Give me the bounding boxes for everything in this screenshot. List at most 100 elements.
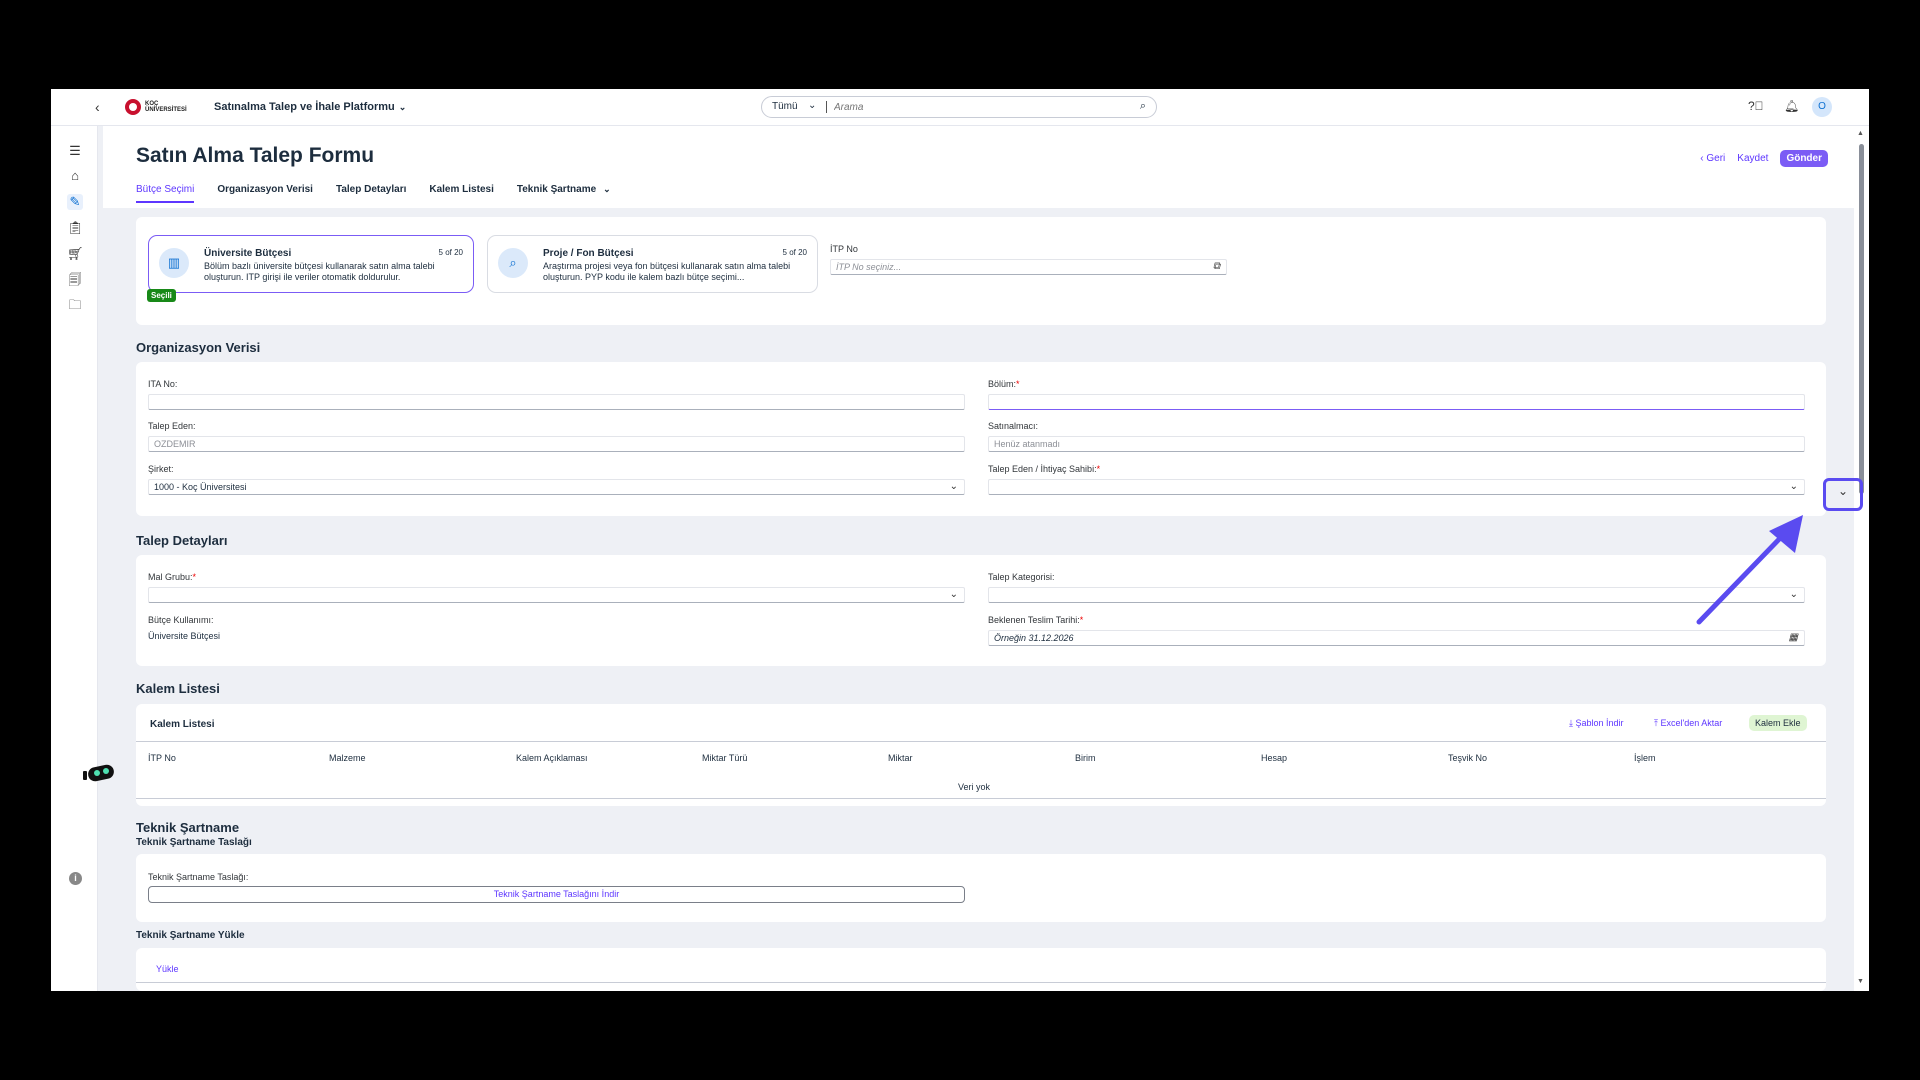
sirket-select[interactable]: 1000 - Koç Üniversitesi ⌄: [148, 479, 965, 495]
logo-mark-icon: [125, 99, 141, 115]
section-tabs: Bütçe Seçimi Organizasyon Verisi Talep D…: [136, 184, 611, 203]
search-icon[interactable]: ⌕: [1140, 100, 1146, 113]
tab-organization-data[interactable]: Organizasyon Verisi: [217, 184, 313, 203]
back-button[interactable]: ‹ Geri: [1700, 153, 1725, 164]
search-bar: Tümü ⌄ ⌕: [761, 96, 1157, 118]
tab-request-details[interactable]: Talep Detayları: [336, 184, 406, 203]
back-label: Geri: [1706, 153, 1726, 164]
item-list-card: Kalem Listesi ⤓ Şablon İndir ⤒ Excel'den…: [136, 704, 1826, 806]
submit-button[interactable]: Gönder: [1780, 150, 1828, 167]
scroll-down-icon[interactable]: ▼: [1857, 978, 1864, 985]
object-page-header: Satın Alma Talep Formu ‹ Geri Kaydet Gön…: [103, 126, 1858, 208]
spec-draft-title: Teknik Şartname Taslağı: [136, 837, 252, 848]
ihtiyac-sahibi-select[interactable]: ⌄: [988, 479, 1805, 495]
home-icon[interactable]: ⌂: [67, 168, 83, 184]
teslim-tarihi-label: Beklenen Teslim Tarihi:*: [988, 615, 1084, 625]
app-title-label: Satınalma Talep ve İhale Platformu: [214, 101, 395, 113]
tile-count: 5 of 20: [782, 248, 807, 257]
highlighted-bolum-dropdown-button[interactable]: ⌄: [1823, 478, 1863, 511]
sirket-value: 1000 - Koç Üniversitesi: [154, 482, 247, 492]
column-header[interactable]: Hesap: [1261, 753, 1287, 763]
tab-budget-selection[interactable]: Bütçe Seçimi: [136, 184, 195, 203]
bell-icon[interactable]: 🔔︎: [1784, 99, 1799, 113]
add-item-button[interactable]: Kalem Ekle: [1749, 715, 1807, 731]
clipboard-icon[interactable]: 📋︎: [67, 220, 84, 236]
talep-eden-label: Talep Eden:: [148, 421, 196, 431]
info-icon[interactable]: i: [69, 872, 82, 885]
butce-kullanimi-label: Bütçe Kullanımı:: [148, 615, 214, 625]
chevron-down-icon[interactable]: ⌄: [808, 100, 816, 111]
excel-import-link[interactable]: ⤒ Excel'den Aktar: [1654, 718, 1722, 729]
itp-input[interactable]: İTP No seçiniz... ⧉: [830, 259, 1227, 275]
app-title-menu[interactable]: Satınalma Talep ve İhale Platformu ⌄: [214, 101, 406, 113]
value-help-icon[interactable]: ⧉: [1213, 261, 1220, 272]
column-header[interactable]: İTP No: [148, 753, 176, 763]
itp-label: İTP No: [830, 244, 858, 254]
koc-university-logo[interactable]: KOÇ ÜNİVERSİTESİ: [125, 99, 187, 115]
tile-count: 5 of 20: [438, 248, 463, 257]
tile-description: Araştırma projesi veya fon bütçesi kulla…: [543, 261, 791, 282]
talep-eden-field: OZDEMIR: [148, 436, 965, 452]
spec-section-title: Teknik Şartname: [136, 820, 240, 835]
template-download-link[interactable]: ⤓ Şablon İndir: [1569, 718, 1624, 729]
menu-icon[interactable]: ☰: [67, 143, 83, 159]
scroll-up-icon[interactable]: ▲: [1857, 130, 1864, 137]
avatar[interactable]: O: [1812, 97, 1832, 117]
column-header[interactable]: Kalem Açıklaması: [516, 753, 588, 763]
org-data-card: ITA No: Bölüm:* Talep Eden: OZDEMIR Satı…: [136, 362, 1826, 516]
bolum-select[interactable]: [988, 394, 1805, 410]
search-separator: [826, 101, 827, 113]
download-spec-draft-button[interactable]: Teknik Şartname Taslağını İndir: [148, 886, 965, 903]
chevron-down-icon: ⌄: [1838, 484, 1849, 498]
column-header[interactable]: Miktar: [888, 753, 913, 763]
chevron-down-icon[interactable]: ⌄: [950, 589, 958, 600]
column-header[interactable]: Teşvik No: [1448, 753, 1487, 763]
university-budget-tile[interactable]: ▥ Üniversite Bütçesi 5 of 20 Bölüm bazlı…: [148, 235, 474, 293]
chevron-down-icon[interactable]: ⌄: [950, 481, 958, 492]
folder-icon[interactable]: 🗀: [67, 297, 83, 313]
save-button[interactable]: Kaydet: [1737, 153, 1768, 164]
tab-technical-spec[interactable]: Teknik Şartname ⌄: [517, 184, 611, 203]
back-chevron-icon[interactable]: ‹: [95, 99, 100, 115]
items-section-title: Kalem Listesi: [136, 681, 220, 696]
cart-icon[interactable]: 🛒︎: [67, 246, 84, 262]
project-budget-tile[interactable]: ⌕ Proje / Fon Bütçesi 5 of 20 Araştırma …: [487, 235, 818, 293]
spec-upload-card: Yükle: [136, 948, 1826, 991]
empty-table-text: Veri yok: [958, 782, 991, 792]
page-scrollbar[interactable]: ▲ ▼: [1854, 126, 1869, 991]
bolum-label: Bölüm:*: [988, 379, 1020, 389]
calendar-icon[interactable]: ▦: [1789, 632, 1798, 643]
upload-divider: [136, 982, 1826, 983]
selected-badge: Seçili: [147, 289, 176, 302]
help-icon[interactable]: ?⃝: [1748, 99, 1764, 113]
tab-item-list[interactable]: Kalem Listesi: [429, 184, 493, 203]
search-scope-select[interactable]: Tümü: [772, 101, 798, 112]
annotation-arrow-icon: [1696, 515, 1803, 625]
butce-kullanimi-value: Üniversite Bütçesi: [148, 631, 221, 641]
document-icon[interactable]: 🗐: [67, 272, 83, 288]
scrollbar-thumb[interactable]: [1859, 144, 1864, 494]
mal-grubu-select[interactable]: ⌄: [148, 587, 965, 603]
talep-kategorisi-select[interactable]: ⌄: [988, 587, 1805, 603]
request-details-card: Mal Grubu:* ⌄ Talep Kategorisi: ⌄ Bütçe …: [136, 555, 1826, 666]
ita-input[interactable]: [148, 394, 965, 410]
tile-title: Üniversite Bütçesi: [204, 248, 292, 259]
table-divider: [136, 741, 1826, 742]
building-icon: ▥: [159, 248, 189, 278]
tab-technical-spec-label: Teknik Şartname: [516, 184, 597, 195]
new-request-icon[interactable]: ✎: [67, 194, 83, 210]
chevron-down-icon: ⌄: [603, 184, 611, 194]
column-header[interactable]: İşlem: [1634, 753, 1656, 763]
column-header[interactable]: Miktar Türü: [702, 753, 747, 763]
column-header[interactable]: Birim: [1075, 753, 1096, 763]
satinalmaci-label: Satınalmacı:: [988, 421, 1039, 431]
search-input[interactable]: [834, 100, 1124, 114]
assistant-mascot-icon[interactable]: [83, 763, 119, 785]
chevron-down-icon: ⌄: [398, 102, 407, 112]
upload-link[interactable]: Yükle: [156, 964, 179, 974]
column-header[interactable]: Malzeme: [329, 753, 366, 763]
chevron-down-icon[interactable]: ⌄: [1790, 481, 1798, 492]
shell-bar: ‹ KOÇ ÜNİVERSİTESİ Satınalma Talep ve İha…: [51, 89, 1869, 126]
search-icon: ⌕: [498, 248, 528, 278]
teslim-tarihi-input[interactable]: Örneğin 31.12.2026 ▦: [988, 630, 1805, 646]
